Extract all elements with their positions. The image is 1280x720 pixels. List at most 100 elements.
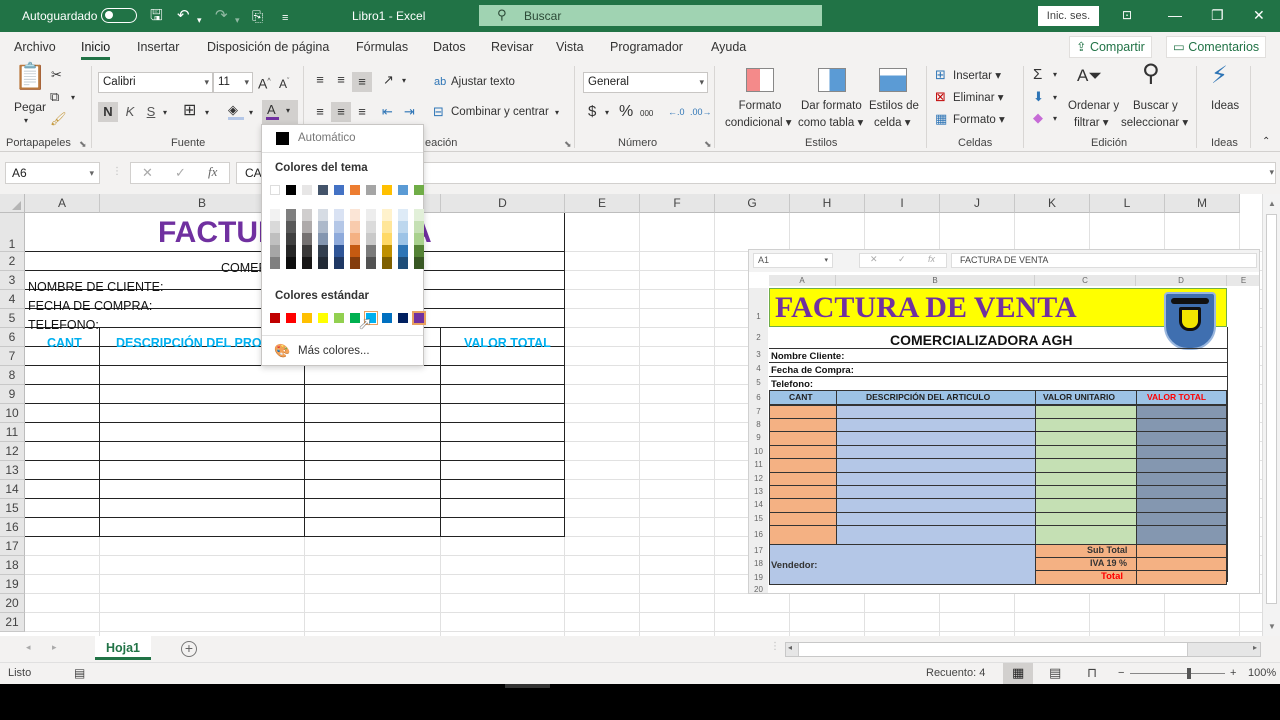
merge-center-icon[interactable]: ⊟	[433, 102, 444, 122]
format-painter-icon[interactable]: 🖌	[50, 109, 67, 129]
column-header-e[interactable]: E	[565, 194, 640, 213]
page-layout-view-icon[interactable]: ▤	[1049, 665, 1061, 681]
insert-cells-button[interactable]: Insertar ▾	[953, 68, 1001, 82]
copy-icon[interactable]: ⧉	[50, 87, 59, 107]
theme-shade-swatch[interactable]	[302, 233, 312, 245]
theme-color-swatch[interactable]	[350, 185, 360, 195]
search-box[interactable]: ⚲ Buscar	[479, 5, 822, 26]
next-sheet-icon[interactable]: ▸	[52, 642, 57, 653]
share-button[interactable]: ⇪ Compartir	[1069, 36, 1152, 58]
vertical-scrollbar[interactable]: ▲ ▼	[1262, 194, 1280, 636]
row-header-18[interactable]: 18	[0, 556, 25, 575]
delete-cells-button[interactable]: Eliminar ▾	[953, 90, 1004, 104]
format-as-table-label-2[interactable]: como tabla ▾	[798, 115, 863, 129]
page-break-view-icon[interactable]: ⊓	[1087, 665, 1097, 681]
row-header-4[interactable]: 4	[0, 290, 25, 309]
row-header-13[interactable]: 13	[0, 461, 25, 480]
theme-shade-swatch[interactable]	[286, 221, 296, 233]
align-left-icon[interactable]: ≡	[311, 102, 329, 122]
theme-color-swatch[interactable]	[414, 185, 424, 195]
theme-color-swatch[interactable]	[398, 185, 408, 195]
standard-color-swatch[interactable]	[270, 313, 280, 323]
row-header-8[interactable]: 8	[0, 366, 25, 385]
theme-shade-swatch[interactable]	[302, 257, 312, 269]
paste-icon[interactable]: 📋	[14, 63, 46, 89]
theme-color-swatch[interactable]	[286, 185, 296, 195]
horizontal-scroll-thumb[interactable]	[798, 643, 1188, 656]
tab-insertar[interactable]: Insertar	[137, 40, 179, 54]
select-all-corner[interactable]	[0, 194, 25, 213]
theme-shade-swatch[interactable]	[302, 221, 312, 233]
undo-dropdown-icon[interactable]: ▾	[197, 10, 202, 30]
thousands-button[interactable]: 000	[640, 104, 653, 124]
scroll-right-icon[interactable]: ▸	[1253, 643, 1257, 652]
theme-shade-swatch[interactable]	[318, 233, 328, 245]
theme-shade-swatch[interactable]	[398, 221, 408, 233]
autosum-dropdown-icon[interactable]: ▾	[1053, 70, 1057, 79]
conditional-format-icon[interactable]	[746, 68, 774, 92]
minimize-button[interactable]: —	[1168, 5, 1182, 25]
theme-shade-swatch[interactable]	[334, 233, 344, 245]
increase-decimal-icon[interactable]: ←.0	[668, 102, 685, 122]
row-header-3[interactable]: 3	[0, 271, 25, 290]
conditional-format-label-1[interactable]: Formato	[738, 100, 782, 112]
cell-styles-icon[interactable]	[879, 68, 907, 92]
theme-shade-swatch[interactable]	[366, 221, 376, 233]
row-header-14[interactable]: 14	[0, 480, 25, 499]
theme-color-swatch[interactable]	[382, 185, 392, 195]
theme-shade-swatch[interactable]	[318, 245, 328, 257]
comments-button[interactable]: ▭ Comentarios	[1166, 36, 1267, 58]
decrease-indent-icon[interactable]: ⇤	[382, 102, 393, 122]
theme-shade-swatch[interactable]	[382, 245, 392, 257]
zoom-slider-thumb[interactable]	[1187, 668, 1192, 679]
close-button[interactable]: ✕	[1253, 5, 1265, 25]
theme-shade-swatch[interactable]	[366, 257, 376, 269]
bold-button[interactable]: N	[98, 102, 118, 122]
theme-shade-swatch[interactable]	[334, 245, 344, 257]
font-name-combo[interactable]: Calibri ▾	[98, 72, 213, 93]
standard-color-swatch[interactable]	[382, 313, 392, 323]
row-header-2[interactable]: 2	[0, 252, 25, 271]
tab-formulas[interactable]: Fórmulas	[356, 40, 408, 54]
theme-color-swatch[interactable]	[270, 185, 280, 195]
font-color-dropdown-icon[interactable]: ▾	[286, 101, 290, 121]
tab-inicio[interactable]: Inicio	[81, 40, 111, 60]
theme-shade-swatch[interactable]	[270, 245, 280, 257]
percent-button[interactable]: %	[619, 102, 633, 122]
standard-color-swatch[interactable]	[412, 311, 426, 325]
theme-shade-swatch[interactable]	[414, 245, 424, 257]
autosum-icon[interactable]: Σ	[1033, 65, 1042, 85]
alignment-launcher-icon[interactable]: ⬊	[564, 139, 572, 150]
theme-shade-swatch[interactable]	[302, 209, 312, 221]
align-center-icon[interactable]: ≡	[331, 102, 351, 122]
currency-dropdown-icon[interactable]: ▾	[605, 108, 609, 117]
normal-view-button[interactable]: ▦	[1003, 663, 1033, 684]
row-header-19[interactable]: 19	[0, 575, 25, 594]
row-header-12[interactable]: 12	[0, 442, 25, 461]
theme-shade-swatch[interactable]	[398, 257, 408, 269]
zoom-out-button[interactable]: −	[1118, 667, 1124, 679]
theme-shade-swatch[interactable]	[366, 233, 376, 245]
customize-qat-icon[interactable]: ≡	[282, 8, 288, 28]
cell-styles-label-2[interactable]: celda ▾	[874, 115, 910, 129]
scrollbar-splitter[interactable]: ⋮	[770, 641, 780, 652]
enter-formula-icon[interactable]: ✓	[175, 165, 186, 181]
row-header-1[interactable]: 1	[0, 213, 25, 252]
number-format-combo[interactable]: General ▾	[583, 72, 708, 93]
standard-color-swatch[interactable]	[398, 313, 408, 323]
wrap-text-icon[interactable]: ab	[434, 72, 446, 92]
tab-archivo[interactable]: Archivo	[14, 40, 56, 54]
insert-function-icon[interactable]: fx	[208, 164, 217, 180]
sort-filter-icon[interactable]: A⏷	[1077, 66, 1102, 86]
increase-indent-icon[interactable]: ⇥	[404, 102, 415, 122]
find-select-label-2[interactable]: seleccionar ▾	[1121, 115, 1188, 129]
theme-shade-swatch[interactable]	[334, 257, 344, 269]
tab-disposicion[interactable]: Disposición de página	[207, 40, 329, 54]
scroll-left-icon[interactable]: ◂	[788, 643, 792, 652]
borders-dropdown-icon[interactable]: ▾	[205, 108, 209, 117]
find-select-icon[interactable]: ⚲	[1142, 62, 1160, 86]
theme-shade-swatch[interactable]	[286, 209, 296, 221]
redo-icon[interactable]: ↷	[215, 6, 228, 26]
scroll-down-icon[interactable]: ▼	[1268, 622, 1276, 631]
decrease-decimal-icon[interactable]: .00→	[690, 102, 712, 122]
